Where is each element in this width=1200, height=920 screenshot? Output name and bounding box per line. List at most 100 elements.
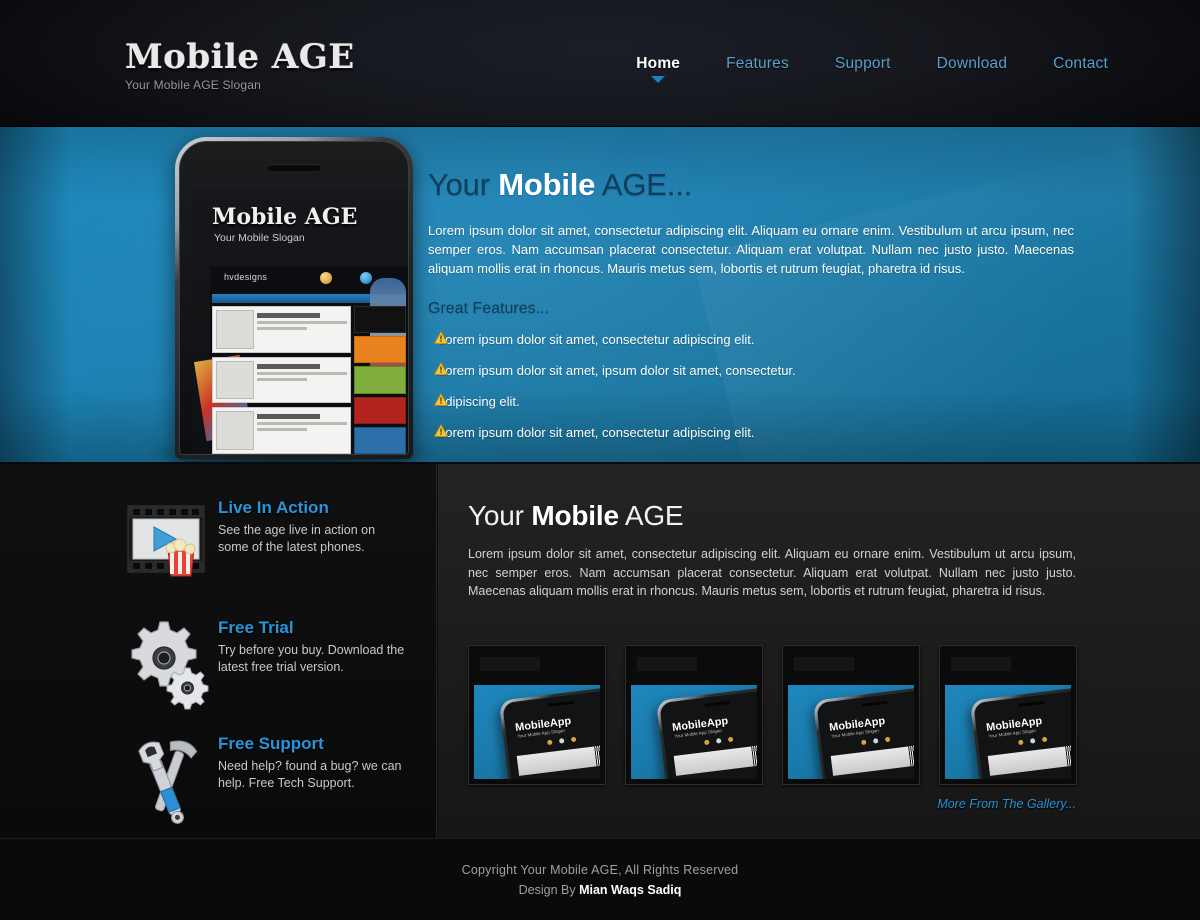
website-post-card: [212, 356, 351, 404]
nav-item-support[interactable]: Support: [835, 55, 891, 83]
active-caret-icon: [651, 76, 666, 83]
more-gallery-link[interactable]: More From The Gallery...: [937, 797, 1076, 811]
feature-text: Free Support Need help? found a bug? we …: [218, 728, 408, 792]
gears-icon: [122, 612, 218, 712]
hero-feature-item: Lorem ipsum dolor sit amet, consectetur …: [428, 331, 1088, 347]
nav-item-label: Home: [636, 55, 681, 72]
thumb-dot-icon: [1041, 736, 1048, 743]
thumb-ghost-logo: [637, 657, 697, 671]
thumb-ghost-logo: [480, 657, 540, 671]
main-title-pre: Your: [468, 500, 532, 531]
thumb-dots: [1018, 736, 1048, 746]
website-post-title-line: [257, 363, 320, 369]
nav-item-features[interactable]: Features: [726, 55, 789, 83]
website-post-card: [212, 407, 351, 454]
logo-slogan: Your Mobile AGE Slogan: [125, 78, 262, 92]
feature-description: Try before you buy. Download the latest …: [218, 643, 405, 674]
gallery-thumb[interactable]: MobileApp Your Mobile App Slogan: [468, 645, 606, 785]
hero-left-fade: [0, 127, 70, 462]
website-body: [212, 303, 406, 454]
gallery-thumb[interactable]: MobileApp Your Mobile App Slogan: [625, 645, 763, 785]
thumb-phone: MobileApp Your Mobile App Slogan: [498, 685, 600, 779]
thumb-speaker-icon: [1018, 700, 1045, 707]
website-post-title-line: [257, 313, 320, 318]
website-post-line: [257, 428, 307, 432]
website-post-thumb: [216, 310, 254, 349]
footer-copyright: Copyright Your Mobile AGE, All Rights Re…: [461, 863, 739, 877]
thumb-dot-icon: [872, 738, 879, 744]
gallery-thumbnails: MobileApp Your Mobile App Slogan MobileA…: [468, 645, 1077, 785]
sidebar-feature-free-support[interactable]: Free Support Need help? found a bug? we …: [122, 728, 408, 828]
thumb-content-strip: [987, 743, 1071, 776]
website-ad: [354, 336, 406, 364]
thumb-dots: [861, 736, 891, 746]
thumb-ghost-logo: [951, 657, 1011, 671]
website-ad: [354, 396, 406, 424]
gallery-thumb-image: MobileApp Your Mobile App Slogan: [945, 651, 1071, 779]
website-post-lines: [257, 361, 347, 400]
hero-title-post: AGE...: [595, 167, 693, 202]
sidebar-feature-live-in-action[interactable]: Live In Action See the age live in actio…: [122, 492, 408, 592]
hero-feature-label: Lorem ipsum dolor sit amet, ipsum dolor …: [438, 363, 796, 378]
website-post-line: [257, 371, 347, 375]
phone-speaker-icon: [267, 164, 321, 171]
thumb-content-strip: [830, 743, 914, 776]
hero-feature-item: Lorem ipsum dolor sit amet, ipsum dolor …: [428, 362, 1088, 378]
page-root: Mobile AGE Your Mobile AGE Slogan Home F…: [0, 0, 1200, 920]
hero-paragraph: Lorem ipsum dolor sit amet, consectetur …: [428, 223, 1074, 276]
thumb-dot-icon: [570, 736, 577, 743]
nav-item-download[interactable]: Download: [937, 55, 1008, 83]
feature-text: Free Trial Try before you buy. Download …: [218, 612, 408, 676]
gallery-thumb[interactable]: MobileApp Your Mobile App Slogan: [782, 645, 920, 785]
thumb-dot-icon: [715, 738, 722, 744]
main-title: Your Mobile AGE: [468, 500, 684, 532]
thumb-speaker-icon: [547, 700, 574, 707]
gallery-thumb-image: MobileApp Your Mobile App Slogan: [631, 651, 757, 779]
thumb-dot-icon: [884, 736, 891, 743]
site-header: Mobile AGE Your Mobile AGE Slogan Home F…: [0, 0, 1200, 127]
warning-triangle-icon: [434, 331, 448, 344]
phone-body: Mobile AGE Your Mobile Slogan hvdesigns: [175, 137, 413, 459]
website-post-line: [257, 422, 347, 426]
warning-triangle-icon: [434, 393, 448, 406]
site-logo[interactable]: Mobile AGE Your Mobile AGE Slogan: [125, 40, 355, 92]
website-badge-icon-1: [320, 272, 332, 284]
gallery-thumb-image: MobileApp Your Mobile App Slogan: [474, 651, 600, 779]
hero-copy: Your Mobile AGE... Lorem ipsum dolor sit…: [428, 169, 1088, 456]
gallery-thumb[interactable]: MobileApp Your Mobile App Slogan: [939, 645, 1077, 785]
feature-title: Free Trial: [218, 618, 294, 637]
hero-right-fade: [1130, 127, 1200, 462]
feature-description: See the age live in action on some of th…: [218, 523, 376, 554]
website-post-title-line: [257, 414, 320, 420]
main-title-post: AGE: [618, 500, 684, 531]
website-post-line: [257, 327, 307, 330]
gallery-thumb-image: MobileApp Your Mobile App Slogan: [788, 651, 914, 779]
nav-item-home[interactable]: Home: [636, 55, 680, 83]
wrench-hammer-icon: [122, 728, 218, 828]
sidebar-feature-free-trial[interactable]: Free Trial Try before you buy. Download …: [122, 612, 408, 712]
site-footer: Copyright Your Mobile AGE, All Rights Re…: [0, 838, 1200, 920]
main-paragraph: Lorem ipsum dolor sit amet, consectetur …: [468, 547, 1076, 598]
thumb-top-band: [631, 651, 757, 685]
website-ad: [354, 426, 406, 454]
thumb-phone-screen: MobileApp Your Mobile App Slogan: [659, 689, 757, 779]
thumb-dot-icon: [558, 738, 565, 744]
thumb-phone-screen: MobileApp Your Mobile App Slogan: [502, 689, 600, 779]
nav-item-contact[interactable]: Contact: [1053, 55, 1108, 83]
website-badge-icon-2: [360, 272, 372, 284]
thumb-top-band: [474, 651, 600, 685]
thumb-content-strip: [516, 743, 600, 776]
thumb-dots: [704, 736, 734, 746]
hero-feature-label: adipiscing elit.: [438, 394, 520, 409]
hero-title-bold: Mobile: [498, 167, 596, 202]
logo-title: Mobile AGE: [125, 37, 355, 77]
hero-feature-label: Lorem ipsum dolor sit amet, consectetur …: [438, 425, 755, 440]
thumb-phone-screen: MobileApp Your Mobile App Slogan: [973, 689, 1071, 779]
hero-title-pre: Your: [428, 167, 499, 202]
footer-credit-prefix: Design By: [518, 883, 580, 897]
thumb-ghost-logo: [794, 657, 854, 671]
feature-title: Free Support: [218, 734, 324, 753]
phone-mockup: Mobile AGE Your Mobile Slogan hvdesigns: [147, 137, 437, 462]
phone-screen-title: Mobile AGE: [212, 204, 358, 230]
thumb-dot-icon: [704, 739, 710, 746]
